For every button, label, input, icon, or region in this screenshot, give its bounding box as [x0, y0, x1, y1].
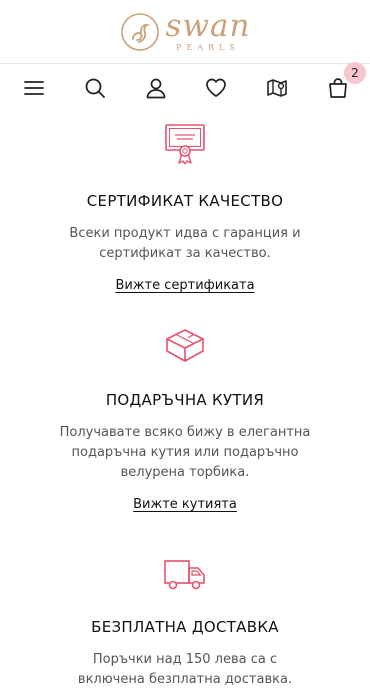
- site-header: swan PEARLS: [0, 0, 370, 64]
- user-icon: [146, 78, 165, 99]
- view-certificate-link[interactable]: Вижте сертификата: [115, 278, 254, 293]
- brand-name: swan: [165, 8, 251, 44]
- delivery-truck-icon: [164, 560, 205, 590]
- brand-logo[interactable]: swan PEARLS: [120, 11, 251, 52]
- account-button[interactable]: [142, 74, 170, 102]
- feature-gift-box: ПОДАРЪЧНА КУТИЯ Получавате всяко бижу в …: [0, 323, 370, 512]
- certificate-icon: [165, 124, 205, 165]
- feature-title: БЕЗПЛАТНА ДОСТАВКА: [91, 618, 279, 636]
- menu-button[interactable]: [20, 74, 48, 102]
- feature-description-line: подаръчна кутия или подаръчно: [71, 445, 299, 460]
- store-locator-button[interactable]: [263, 74, 291, 102]
- feature-description-line: Всеки продукт идва с гаранция и: [69, 226, 301, 241]
- gift-box-icon: [166, 329, 204, 362]
- feature-description-line: Получавате всяко бижу в елегантна: [59, 425, 311, 440]
- cart-button[interactable]: 2: [324, 62, 366, 102]
- brand-tagline: PEARLS: [176, 43, 240, 52]
- feature-free-delivery: БЕЗПЛАТНА ДОСТАВКА Поръчки над 150 лева …: [0, 552, 370, 690]
- wishlist-button[interactable]: [202, 74, 230, 102]
- feature-description: Поръчки над 150 лева са с включена безпл…: [78, 650, 292, 690]
- view-gift-box-link[interactable]: Вижте кутията: [133, 497, 237, 512]
- main-toolbar: 2: [0, 62, 370, 112]
- hamburger-menu-icon: [24, 81, 44, 95]
- cart-count-badge: 2: [343, 62, 366, 84]
- heart-icon: [206, 78, 227, 97]
- shopping-bag-icon: [329, 78, 347, 98]
- search-icon: [85, 78, 105, 98]
- feature-title: СЕРТИФИКАТ КАЧЕСТВО: [86, 192, 284, 210]
- feature-certificate: СЕРТИФИКАТ КАЧЕСТВО Всеки продукт идва с…: [0, 122, 370, 293]
- feature-description: Получавате всяко бижу в елегантна подаръ…: [60, 423, 311, 483]
- feature-description-line: Поръчки над 150 лева са с: [92, 652, 278, 667]
- search-button[interactable]: [81, 74, 109, 102]
- feature-description: Всеки продукт идва с гаранция и сертифик…: [69, 224, 300, 264]
- map-pin-icon: [267, 79, 287, 97]
- feature-title: ПОДАРЪЧНА КУТИЯ: [105, 391, 265, 409]
- feature-description-line: включена безплатна доставка.: [77, 672, 293, 687]
- feature-description-line: сертификат за качество.: [99, 246, 271, 261]
- feature-description-line: велурена торбика.: [120, 465, 250, 480]
- swan-logo-icon: [120, 12, 159, 51]
